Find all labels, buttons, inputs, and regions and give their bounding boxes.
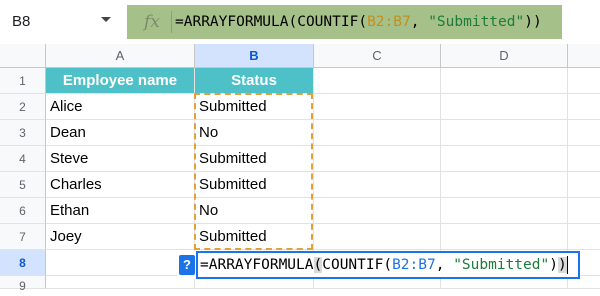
cell-name[interactable]: Steve [46,146,195,172]
row-header-2[interactable]: 2 [0,94,46,120]
cell[interactable] [441,172,568,198]
column-header-c[interactable]: C [314,44,441,68]
header-cell-employee-name[interactable]: Employee name [46,68,195,94]
cell[interactable] [568,224,600,250]
cell[interactable] [441,198,568,224]
editor-criterion: "Submitted" [453,257,550,273]
text-caret [566,256,568,274]
cell[interactable] [314,146,441,172]
cell[interactable] [314,172,441,198]
cell[interactable] [314,94,441,120]
header-cell-status[interactable]: Status [195,68,314,94]
editor-inner-close: ) [549,257,558,273]
cell[interactable] [568,120,600,146]
formula-criterion: "Submitted" [428,14,525,30]
formula-suffix: )) [524,14,542,30]
cell[interactable] [568,68,600,94]
cell[interactable] [441,146,568,172]
row-header-1[interactable]: 1 [0,68,46,94]
cell-status[interactable]: Submitted [195,224,314,250]
row-header-8[interactable]: 8 [0,250,46,276]
select-all-corner[interactable] [0,44,46,68]
toolbar-area: B8 fx =ARRAYFORMULA(COUNTIF(B2:B7, "Subm… [0,0,600,44]
cell[interactable] [568,146,600,172]
row-header-3[interactable]: 3 [0,120,46,146]
formula-mid: , [410,14,429,30]
cell-status[interactable]: Submitted [195,172,314,198]
cell[interactable] [46,250,195,276]
editor-fn: COUNTIF( [322,257,393,273]
editor-mid: , [435,257,454,273]
row-header-9[interactable]: 9 [0,276,46,293]
editor-outer-close: ) [557,257,567,273]
chevron-down-icon[interactable] [101,17,111,22]
column-header-b[interactable]: B [195,44,314,68]
cell[interactable] [314,120,441,146]
cell-editor-input[interactable]: =ARRAYFORMULA(COUNTIF(B2:B7, "Submitted"… [196,251,580,279]
row-header-4[interactable]: 4 [0,146,46,172]
column-header-a[interactable]: A [46,44,195,68]
spreadsheet-grid: A B C D 1 2 3 4 5 6 7 8 9 Employee name … [0,44,600,293]
name-box-value: B8 [12,13,31,30]
cell[interactable] [441,68,568,94]
cell-name[interactable]: Charles [46,172,195,198]
formula-range: B2:B7 [367,14,411,30]
cell-status[interactable]: No [195,198,314,224]
cell-status[interactable]: No [195,120,314,146]
cell[interactable] [568,172,600,198]
cell-editor-text: =ARRAYFORMULA(COUNTIF(B2:B7, "Submitted"… [200,253,568,277]
cell-status[interactable]: Submitted [195,146,314,172]
column-header-d[interactable]: D [441,44,568,68]
editor-open-paren: ( [313,257,323,273]
formula-bar[interactable]: fx =ARRAYFORMULA(COUNTIF(B2:B7, "Submitt… [127,5,562,39]
formula-bar-text[interactable]: =ARRAYFORMULA(COUNTIF(B2:B7, "Submitted"… [175,5,542,39]
formula-bar-divider [171,11,172,33]
cell-name[interactable]: Dean [46,120,195,146]
cell[interactable] [441,94,568,120]
cell[interactable] [314,224,441,250]
cell[interactable] [314,68,441,94]
name-box[interactable]: B8 [0,4,120,40]
row-header-6[interactable]: 6 [0,198,46,224]
cell-editor[interactable]: ? =ARRAYFORMULA(COUNTIF(B2:B7, "Submitte… [177,251,580,279]
cell[interactable] [568,94,600,120]
row-header-5[interactable]: 5 [0,172,46,198]
cell-status[interactable]: Submitted [195,94,314,120]
formula-prefix: =ARRAYFORMULA(COUNTIF( [175,14,368,30]
cell[interactable] [441,120,568,146]
cell-name[interactable]: Alice [46,94,195,120]
formula-help-button[interactable]: ? [179,255,195,275]
cell[interactable] [46,276,195,289]
editor-range: B2:B7 [392,257,436,273]
cell[interactable] [314,198,441,224]
cell[interactable] [441,224,568,250]
cell-name[interactable]: Ethan [46,198,195,224]
cell[interactable] [568,198,600,224]
editor-prefix: =ARRAYFORMULA [200,257,314,273]
fx-icon: fx [144,12,160,32]
row-header-7[interactable]: 7 [0,224,46,250]
column-header-e[interactable] [568,44,600,68]
cell-name[interactable]: Joey [46,224,195,250]
